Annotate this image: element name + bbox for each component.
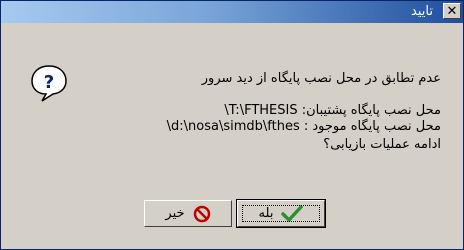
- message-mismatch: عدم تطابق در محل نصب پایگاه از دید سرور: [201, 71, 441, 86]
- message-question: ادامه عملیات بازیابی؟: [323, 137, 441, 152]
- message-current-path: محل نصب پایگاه موجود : d:\nosa\simdb\fth…: [167, 119, 441, 134]
- checkmark-icon: [281, 204, 304, 222]
- message-backup-path: محل نصب پایگاه پشتیبان: T:\FTHESIS\: [224, 103, 441, 118]
- title-bar[interactable]: تایید ✕: [1, 1, 463, 23]
- close-icon: ✕: [446, 3, 458, 19]
- svg-text:?: ?: [44, 72, 54, 93]
- yes-button[interactable]: بله: [236, 199, 326, 228]
- no-entry-icon: [193, 205, 210, 222]
- close-button[interactable]: ✕: [443, 3, 461, 19]
- no-button-label: خیر: [165, 206, 185, 221]
- yes-button-label: بله: [258, 206, 274, 221]
- no-button[interactable]: خیر: [144, 200, 232, 227]
- question-icon: ?: [31, 65, 67, 102]
- confirm-dialog: تایید ✕ ? عدم تطابق در محل نصب پایگاه از…: [0, 0, 464, 250]
- dialog-title: تایید: [411, 4, 433, 19]
- message-current-path-text: محل نصب پایگاه موجود : d:\nosa\simdb\fth…: [166, 119, 441, 134]
- message-backup-path-text: محل نصب پایگاه پشتیبان: T:\FTHESIS\: [224, 103, 441, 118]
